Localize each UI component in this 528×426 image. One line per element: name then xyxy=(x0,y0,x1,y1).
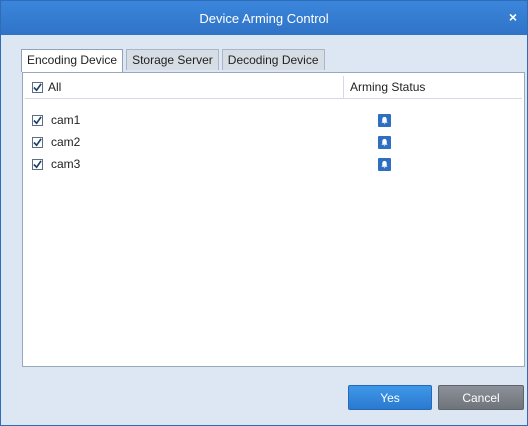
yes-button[interactable]: Yes xyxy=(348,385,432,410)
row-checkbox[interactable] xyxy=(32,114,43,126)
device-name: cam3 xyxy=(51,157,81,171)
close-icon[interactable]: × xyxy=(509,9,517,25)
device-name: cam1 xyxy=(51,113,81,127)
device-arming-dialog: Device Arming Control × Encoding Device … xyxy=(0,0,528,426)
table-row[interactable]: cam2 xyxy=(25,131,522,153)
title-bar: Device Arming Control × xyxy=(1,1,527,35)
select-all-checkbox[interactable] xyxy=(32,81,43,93)
bell-icon[interactable] xyxy=(378,157,391,171)
tab-bar: Encoding Device Storage Server Decoding … xyxy=(21,49,328,72)
check-icon xyxy=(33,115,42,124)
table-row[interactable]: cam1 xyxy=(25,109,522,131)
table-row[interactable]: cam3 xyxy=(25,153,522,175)
bell-icon[interactable] xyxy=(378,113,391,127)
bell-icon[interactable] xyxy=(378,135,391,149)
tab-encoding-device[interactable]: Encoding Device xyxy=(21,49,124,72)
header-arming-status: Arming Status xyxy=(350,80,426,94)
dialog-title: Device Arming Control xyxy=(199,10,329,26)
cancel-button[interactable]: Cancel xyxy=(438,385,524,410)
header-select-column: All xyxy=(25,76,344,98)
check-icon xyxy=(33,82,42,91)
row-checkbox[interactable] xyxy=(32,158,43,170)
select-all-label: All xyxy=(48,80,62,94)
table-header: All Arming Status xyxy=(25,76,522,99)
check-icon xyxy=(33,159,42,168)
tab-storage-server[interactable]: Storage Server xyxy=(126,49,219,70)
row-checkbox[interactable] xyxy=(32,136,43,148)
check-icon xyxy=(33,137,42,146)
device-name: cam2 xyxy=(51,135,81,149)
tab-decoding-device[interactable]: Decoding Device xyxy=(221,49,325,70)
device-table-panel: All Arming Status cam1 cam2 cam3 xyxy=(22,72,525,367)
